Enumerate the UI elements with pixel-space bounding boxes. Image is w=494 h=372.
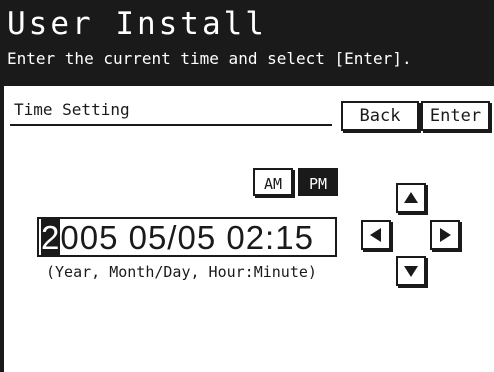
arrow-up-icon <box>404 192 418 203</box>
section-divider <box>10 124 332 126</box>
datetime-remainder: 005 05/05 02:15 <box>60 219 314 256</box>
left-button[interactable] <box>361 220 391 250</box>
section-label: Time Setting <box>14 100 130 119</box>
pm-toggle[interactable]: PM <box>298 168 338 196</box>
datetime-field[interactable]: 2005 05/05 02:15 <box>37 217 337 257</box>
back-button[interactable]: Back <box>341 101 419 131</box>
header-bar: User Install Enter the current time and … <box>0 0 494 86</box>
user-install-screen: User Install Enter the current time and … <box>0 0 494 372</box>
arrow-right-icon <box>440 228 451 242</box>
instruction-text: Enter the current time and select [Enter… <box>7 49 412 68</box>
arrow-down-icon <box>404 266 418 277</box>
format-hint: (Year, Month/Day, Hour:Minute) <box>46 263 317 281</box>
enter-button[interactable]: Enter <box>421 101 490 131</box>
down-button[interactable] <box>396 256 426 286</box>
arrow-left-icon <box>370 228 381 242</box>
right-button[interactable] <box>430 220 460 250</box>
datetime-value: 2005 05/05 02:15 <box>41 219 314 257</box>
screen-title: User Install <box>7 6 267 42</box>
am-toggle[interactable]: AM <box>253 168 293 196</box>
left-border <box>0 86 4 372</box>
up-button[interactable] <box>396 183 426 213</box>
cursor-character: 2 <box>41 219 61 256</box>
